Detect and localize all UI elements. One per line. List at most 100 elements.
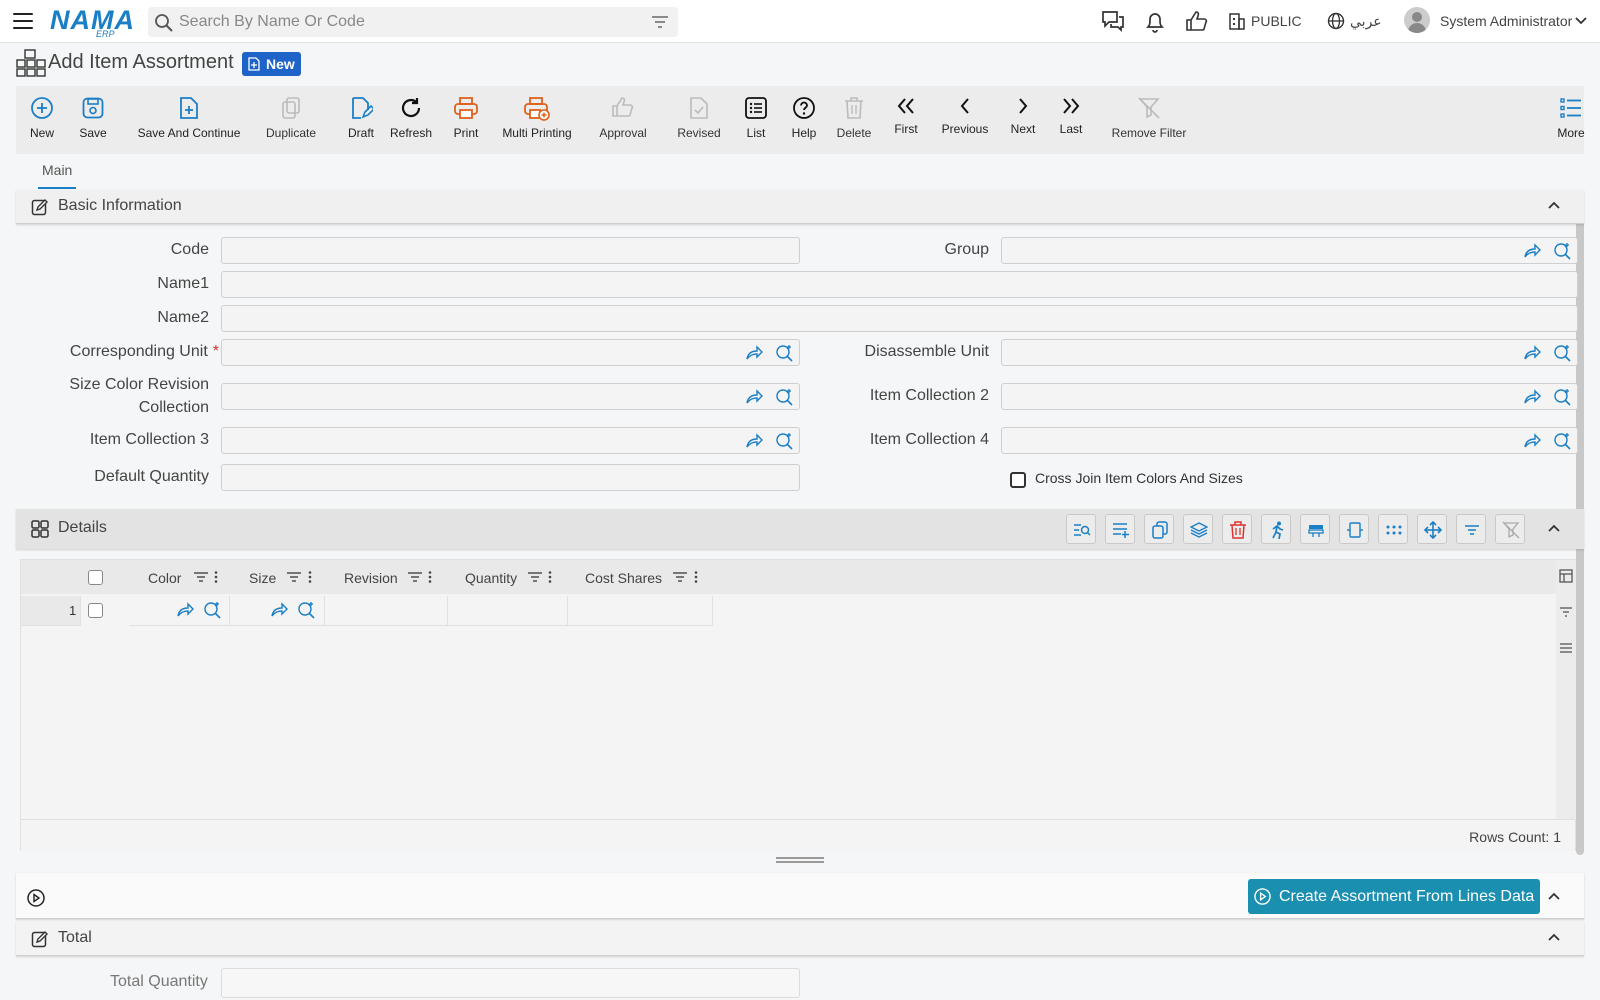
- menu-icon[interactable]: [13, 13, 33, 29]
- first-button[interactable]: First: [886, 86, 926, 154]
- save-button[interactable]: Save: [73, 86, 113, 154]
- print-button[interactable]: Print: [446, 86, 486, 154]
- column-header-quantity[interactable]: Quantity: [465, 570, 517, 586]
- color-cell[interactable]: [129, 596, 230, 626]
- remove-filter-button[interactable]: Remove Filter: [1101, 86, 1197, 154]
- cost-shares-cell[interactable]: [568, 596, 713, 626]
- delete-button[interactable]: Delete: [831, 86, 877, 154]
- select-all-checkbox[interactable]: [88, 570, 103, 585]
- search-box[interactable]: Search By Name Or Code: [148, 7, 678, 37]
- grid-filter-button[interactable]: [1456, 514, 1486, 544]
- cross-join-label[interactable]: Cross Join Item Colors And Sizes: [1035, 470, 1243, 486]
- corresponding-unit-input[interactable]: [221, 339, 800, 366]
- grid-copy-button[interactable]: [1144, 514, 1174, 544]
- share-icon[interactable]: [1523, 389, 1541, 405]
- share-icon[interactable]: [1523, 345, 1541, 361]
- total-header[interactable]: Total: [16, 922, 1584, 956]
- language-switch[interactable]: عربي: [1350, 13, 1382, 30]
- revision-cell[interactable]: [325, 596, 448, 626]
- share-icon[interactable]: [176, 602, 194, 618]
- column-header-revision[interactable]: Revision: [344, 570, 398, 586]
- search-add-icon[interactable]: [1553, 344, 1571, 362]
- basic-information-header[interactable]: Basic Information: [16, 190, 1584, 224]
- list-button[interactable]: List: [736, 86, 776, 154]
- search-add-icon[interactable]: [1553, 432, 1571, 450]
- share-icon[interactable]: [1523, 433, 1541, 449]
- item-collection-4-input[interactable]: [1001, 427, 1578, 454]
- column-header-size[interactable]: Size: [249, 570, 276, 586]
- item-collection-3-input[interactable]: [221, 427, 800, 454]
- group-input[interactable]: [1001, 237, 1578, 264]
- grid-remove-filter-button[interactable]: [1495, 514, 1525, 544]
- search-add-icon[interactable]: [297, 601, 315, 619]
- search-input[interactable]: Search By Name Or Code: [179, 13, 365, 31]
- column-menu-icon[interactable]: [694, 571, 698, 583]
- save-and-continue-button[interactable]: Save And Continue: [128, 86, 250, 154]
- next-button[interactable]: Next: [1008, 86, 1038, 154]
- search-add-icon[interactable]: [203, 601, 221, 619]
- column-filter-icon[interactable]: [528, 571, 542, 583]
- thumbs-up-icon[interactable]: [1185, 10, 1209, 32]
- refresh-button[interactable]: Refresh: [386, 86, 436, 154]
- resize-handle[interactable]: [776, 857, 824, 863]
- share-icon[interactable]: [745, 345, 763, 361]
- column-menu-icon[interactable]: [428, 571, 432, 583]
- filter-icon[interactable]: [652, 15, 668, 29]
- tab-main[interactable]: Main: [37, 162, 77, 189]
- more-button[interactable]: More: [1551, 86, 1591, 154]
- default-quantity-input[interactable]: [221, 464, 800, 491]
- grid-fit-button[interactable]: [1339, 514, 1369, 544]
- grid-add-row-button[interactable]: [1105, 514, 1135, 544]
- chevron-up-icon[interactable]: [1548, 201, 1560, 209]
- column-header-color[interactable]: Color: [148, 570, 181, 586]
- company-name[interactable]: PUBLIC: [1251, 13, 1302, 29]
- grid-move-button[interactable]: [1417, 514, 1447, 544]
- share-icon[interactable]: [270, 602, 288, 618]
- chat-icon[interactable]: [1101, 10, 1125, 32]
- grid-merge-button[interactable]: [1300, 514, 1330, 544]
- multi-printing-button[interactable]: Multi Printing: [494, 86, 580, 154]
- approval-button[interactable]: Approval: [593, 86, 653, 154]
- column-filter-icon[interactable]: [287, 571, 301, 583]
- create-assortment-button[interactable]: Create Assortment From Lines Data: [1248, 879, 1541, 914]
- name1-input[interactable]: [221, 271, 1578, 298]
- item-collection-2-input[interactable]: [1001, 383, 1578, 410]
- chevron-up-icon[interactable]: [1548, 933, 1560, 941]
- duplicate-button[interactable]: Duplicate: [256, 86, 326, 154]
- search-add-icon[interactable]: [1553, 388, 1571, 406]
- cross-join-checkbox[interactable]: [1010, 472, 1026, 488]
- previous-button[interactable]: Previous: [938, 86, 992, 154]
- avatar[interactable]: [1404, 7, 1430, 33]
- play-circle-icon[interactable]: [27, 889, 45, 907]
- column-menu-icon[interactable]: [548, 571, 552, 583]
- grid-search-button[interactable]: [1066, 514, 1096, 544]
- share-icon[interactable]: [745, 433, 763, 449]
- column-filter-icon[interactable]: [194, 571, 208, 583]
- columns-icon[interactable]: [1559, 569, 1573, 583]
- chevron-up-icon[interactable]: [1548, 524, 1560, 532]
- search-add-icon[interactable]: [1553, 242, 1571, 260]
- column-filter-icon[interactable]: [408, 571, 422, 583]
- row-checkbox[interactable]: [88, 603, 103, 618]
- last-button[interactable]: Last: [1056, 86, 1086, 154]
- disassemble-unit-input[interactable]: [1001, 339, 1578, 366]
- grid-run-button[interactable]: [1261, 514, 1291, 544]
- menu-lines-icon[interactable]: [1560, 642, 1572, 654]
- size-color-revision-input[interactable]: [221, 383, 800, 410]
- grid-dots-button[interactable]: [1378, 514, 1408, 544]
- app-logo[interactable]: NAMA ERP: [50, 5, 135, 39]
- help-button[interactable]: Help: [784, 86, 824, 154]
- grid-delete-button[interactable]: [1222, 514, 1252, 544]
- search-add-icon[interactable]: [775, 388, 793, 406]
- revised-button[interactable]: Revised: [666, 86, 732, 154]
- quantity-cell[interactable]: [448, 596, 568, 626]
- chevron-down-icon[interactable]: [1574, 16, 1588, 26]
- bell-icon[interactable]: [1144, 10, 1166, 34]
- share-icon[interactable]: [745, 389, 763, 405]
- draft-button[interactable]: Draft: [341, 86, 381, 154]
- column-menu-icon[interactable]: [308, 571, 312, 583]
- chevron-up-icon[interactable]: [1548, 892, 1560, 900]
- share-icon[interactable]: [1523, 243, 1541, 259]
- filter-icon[interactable]: [1560, 606, 1572, 618]
- name2-input[interactable]: [221, 305, 1578, 332]
